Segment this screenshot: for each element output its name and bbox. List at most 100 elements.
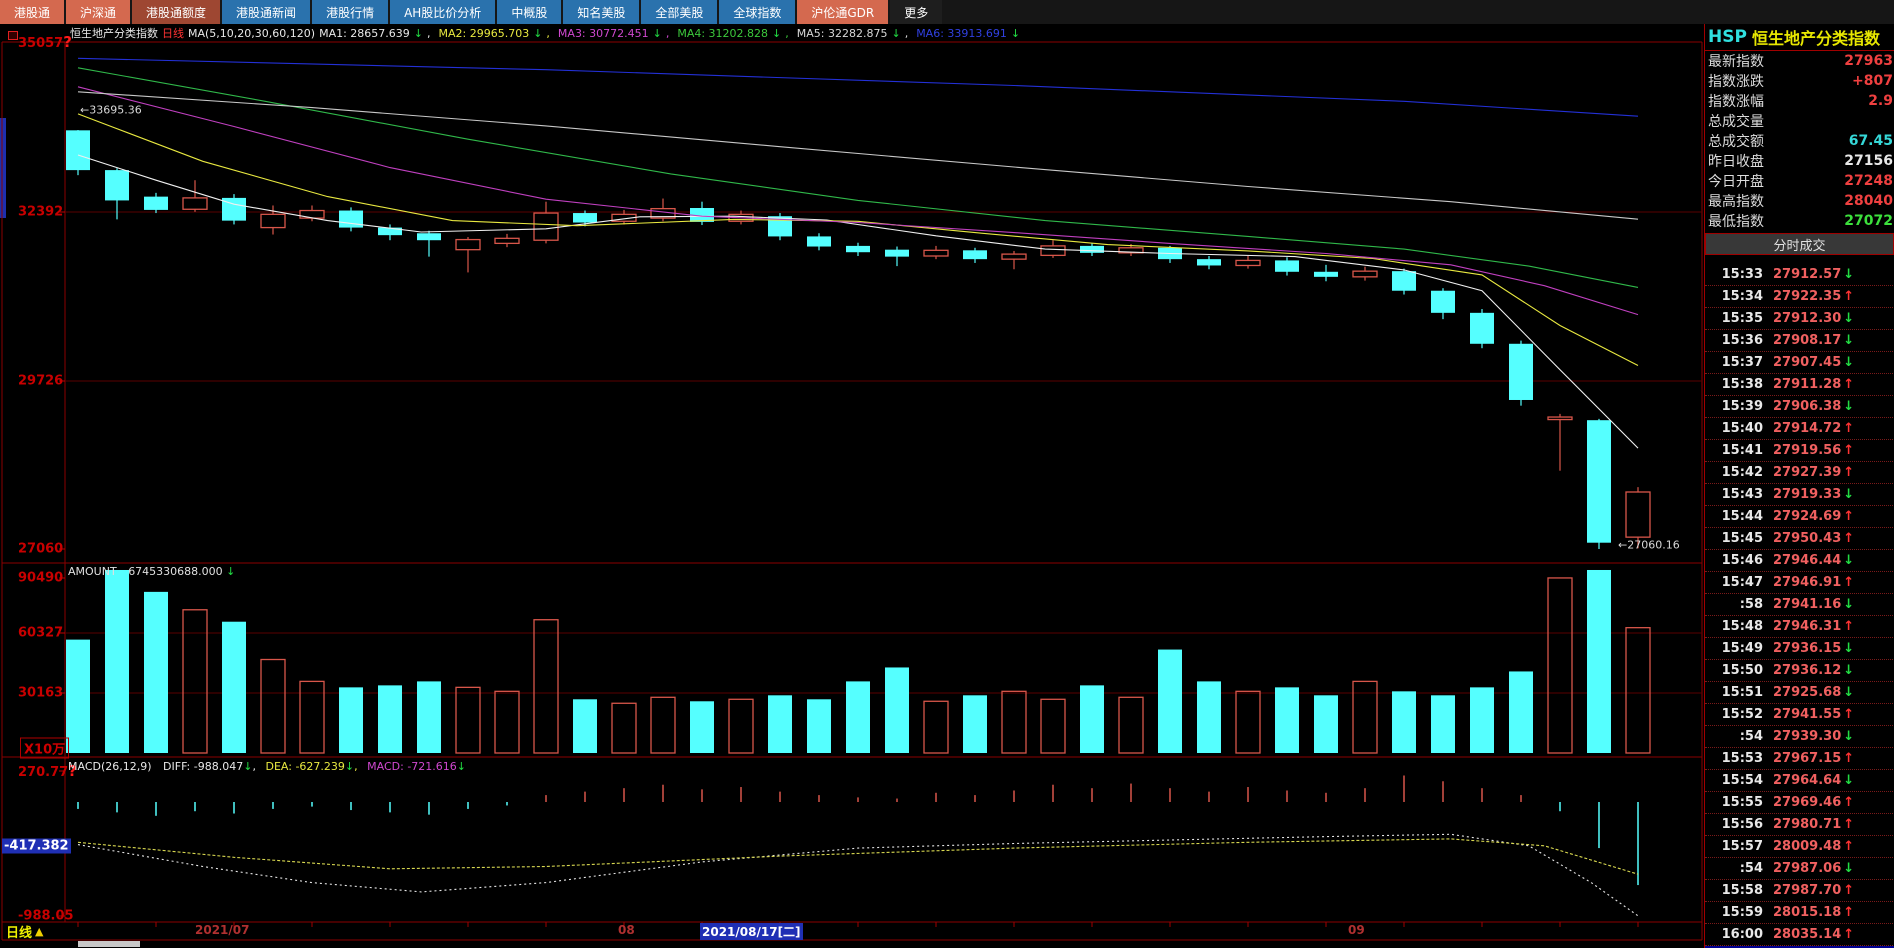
chart-canvas[interactable] — [0, 0, 1894, 948]
tape-row[interactable]: 15:5627980.71↑ — [1705, 814, 1894, 836]
tape-time: 15:36 — [1711, 333, 1763, 348]
volume-down-arrow-icon: ↓ — [226, 565, 235, 578]
up-arrow-icon: ↑ — [1843, 575, 1854, 590]
left-scrollbar-thumb[interactable] — [0, 118, 6, 218]
down-arrow-icon: ↓ — [1843, 729, 1854, 744]
down-arrow-icon: ↓ — [1843, 553, 1854, 568]
tape-price: 27914.72 — [1773, 421, 1841, 436]
chart-period-label[interactable]: 日线 — [162, 25, 184, 41]
tape-row[interactable]: 15:5427964.64↓ — [1705, 770, 1894, 792]
nav-tab-沪深通[interactable]: 沪深通 — [66, 0, 130, 24]
top-navbar: 港股通沪深通港股通额度港股通新闻港股行情AH股比价分析中概股知名美股全部美股全球… — [0, 0, 1894, 24]
tape-row[interactable]: 15:5127925.68↓ — [1705, 682, 1894, 704]
index-name: 恒生地产分类指数 — [1752, 25, 1880, 49]
nav-tab-中概股[interactable]: 中概股 — [497, 0, 561, 24]
tape-row[interactable]: 15:3727907.45↓ — [1705, 352, 1894, 374]
tape-row[interactable]: 15:4927936.15↓ — [1705, 638, 1894, 660]
chart-title: 恒生地产分类指数 — [70, 25, 158, 41]
tape-row[interactable]: 15:5728009.48↑ — [1705, 836, 1894, 858]
up-arrow-icon: ↑ — [1843, 531, 1854, 546]
tape-time: 15:45 — [1711, 531, 1763, 546]
main-axis-label-2: 29726 — [18, 374, 63, 389]
tape-row[interactable]: 15:4627946.44↓ — [1705, 550, 1894, 572]
quote-label: 最新指数 — [1708, 51, 1764, 71]
quote-row-最低指数: 最低指数27072 — [1705, 211, 1894, 231]
tape-row[interactable]: 15:5527969.46↑ — [1705, 792, 1894, 814]
nav-tab-知名美股[interactable]: 知名美股 — [563, 0, 639, 24]
tape-time: :54 — [1711, 861, 1763, 876]
tape-row[interactable]: 16:0028035.14↑ — [1705, 924, 1894, 946]
tape-row[interactable]: 15:3527912.30↓ — [1705, 308, 1894, 330]
period-selector[interactable]: 日线▲ — [6, 922, 43, 940]
nav-tab-沪伦通GDR[interactable]: 沪伦通GDR — [797, 0, 888, 24]
quote-row-指数涨跌: 指数涨跌+807 — [1705, 71, 1894, 91]
date-label-3: 09 — [1348, 923, 1365, 937]
tape-time: :54 — [1711, 729, 1763, 744]
tape-price: 27936.12 — [1773, 663, 1841, 678]
nav-tab-港股通新闻[interactable]: 港股通新闻 — [222, 0, 310, 24]
tape-row[interactable]: 15:5227941.55↑ — [1705, 704, 1894, 726]
window-control-icon[interactable] — [8, 31, 18, 40]
tape-row[interactable]: 15:4827946.31↑ — [1705, 616, 1894, 638]
question-mark-icon[interactable]: ? — [63, 33, 72, 51]
trading-app-window: 港股通沪深通港股通额度港股通新闻港股行情AH股比价分析中概股知名美股全部美股全球… — [0, 0, 1894, 948]
up-arrow-icon: ↑ — [1843, 421, 1854, 436]
tape-row[interactable]: 15:4027914.72↑ — [1705, 418, 1894, 440]
tape-row[interactable]: 15:3627908.17↓ — [1705, 330, 1894, 352]
tape-time: 15:43 — [1711, 487, 1763, 502]
tape-row[interactable]: 15:5827987.70↑ — [1705, 880, 1894, 902]
tape-time: 15:56 — [1711, 817, 1763, 832]
tape-time: 15:35 — [1711, 311, 1763, 326]
horizontal-scrollbar-thumb[interactable] — [78, 941, 140, 947]
volume-axis-label-0: 90490 — [18, 571, 63, 586]
tape-price: 27946.31 — [1773, 619, 1841, 634]
nav-tab-港股通[interactable]: 港股通 — [0, 0, 64, 24]
tape-list[interactable]: 15:3327912.57↓15:3427922.35↑15:3527912.3… — [1705, 264, 1894, 948]
tape-row[interactable]: 15:3927906.38↓ — [1705, 396, 1894, 418]
up-arrow-icon: ↑ — [1843, 795, 1854, 810]
tape-row[interactable]: 15:4227927.39↑ — [1705, 462, 1894, 484]
up-arrow-icon: ↑ — [1843, 839, 1854, 854]
quote-panel-header[interactable]: HSP 恒生地产分类指数 — [1705, 24, 1894, 51]
nav-tab-AH股比价分析[interactable]: AH股比价分析 — [390, 0, 495, 24]
down-arrow-icon: ↓ — [1843, 641, 1854, 656]
tape-time: 15:44 — [1711, 509, 1763, 524]
nav-tab-全部美股[interactable]: 全部美股 — [641, 0, 717, 24]
tape-row[interactable]: 15:5928015.18↑ — [1705, 902, 1894, 924]
tape-time: 15:51 — [1711, 685, 1763, 700]
tape-time: 15:58 — [1711, 883, 1763, 898]
up-arrow-icon: ↑ — [1843, 509, 1854, 524]
tape-time: 15:34 — [1711, 289, 1763, 304]
down-arrow-icon: ↓ — [1843, 487, 1854, 502]
tape-price: 27924.69 — [1773, 509, 1841, 524]
down-arrow-icon: ↓ — [1843, 663, 1854, 678]
tape-row[interactable]: 15:3327912.57↓ — [1705, 264, 1894, 286]
quote-label: 最低指数 — [1708, 211, 1764, 231]
tape-row[interactable]: 15:3827911.28↑ — [1705, 374, 1894, 396]
up-arrow-icon: ↑ — [1843, 905, 1854, 920]
nav-tab-全球指数[interactable]: 全球指数 — [719, 0, 795, 24]
nav-tab-港股通额度[interactable]: 港股通额度 — [132, 0, 220, 24]
tape-header[interactable]: 分时成交 — [1705, 233, 1894, 255]
tape-row[interactable]: 15:4327919.33↓ — [1705, 484, 1894, 506]
tape-row[interactable]: 15:5027936.12↓ — [1705, 660, 1894, 682]
tape-row[interactable]: 15:4727946.91↑ — [1705, 572, 1894, 594]
ma-value-6: MA6: 33913.691↓ — [916, 27, 1024, 40]
nav-tab-港股行情[interactable]: 港股行情 — [312, 0, 388, 24]
date-label-1: 08 — [618, 923, 635, 937]
tape-row[interactable]: 15:44 27924.69↑ — [1705, 506, 1894, 528]
tape-row[interactable]: :5427987.06↓ — [1705, 858, 1894, 880]
nav-tab-更多[interactable]: 更多 — [890, 0, 942, 24]
tape-row[interactable]: 15:3427922.35↑ — [1705, 286, 1894, 308]
quote-value: 27963 — [1844, 53, 1893, 69]
tape-row[interactable]: 15:4127919.56↑ — [1705, 440, 1894, 462]
tape-row[interactable]: :5827941.16↓ — [1705, 594, 1894, 616]
tape-row[interactable]: 15:5327967.15↑ — [1705, 748, 1894, 770]
tape-row[interactable]: :5427939.30↓ — [1705, 726, 1894, 748]
up-arrow-icon: ↑ — [1843, 465, 1854, 480]
volume-axis-label-2: 30163 — [18, 686, 63, 701]
quote-label: 总成交额 — [1708, 131, 1764, 151]
tape-row[interactable]: 15:4527950.43↑ — [1705, 528, 1894, 550]
tape-price: 27987.70 — [1773, 883, 1841, 898]
tape-price: 27906.38 — [1773, 399, 1841, 414]
